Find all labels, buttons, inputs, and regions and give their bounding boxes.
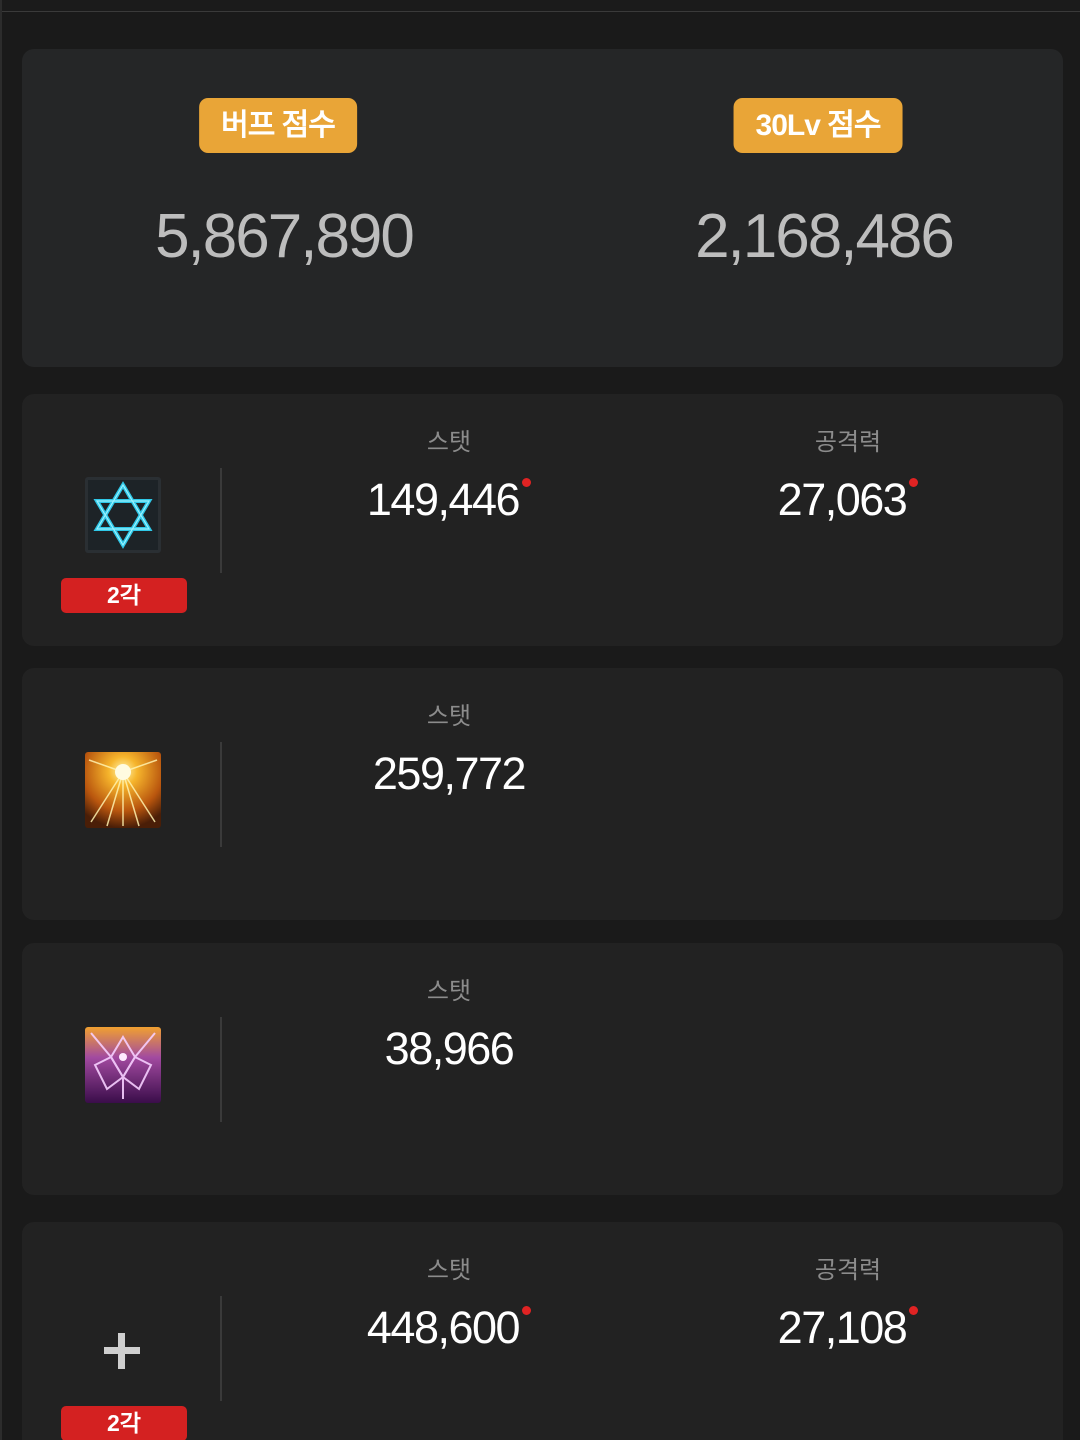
stat-label: 스탯 <box>426 429 472 456</box>
changed-dot-icon <box>909 1306 919 1315</box>
stat-number: 149,446 <box>366 474 521 525</box>
buff-card[interactable]: 2각 스탯 149,446 공격력 27,063 <box>22 394 1063 646</box>
stat-number: 448,600 <box>366 1302 521 1353</box>
radiant-burst-icon <box>85 752 161 828</box>
attack-number: 27,108 <box>777 1302 908 1353</box>
stat-value: 259,772 <box>372 748 527 799</box>
level30-score-value: 2,168,486 <box>695 202 955 271</box>
card-divider <box>220 742 222 847</box>
left-edge <box>0 0 2 1440</box>
buff-score-badge: 버프 점수 <box>199 98 357 153</box>
stat-value: 149,446 <box>299 474 599 526</box>
stat-label: 스탯 <box>426 978 472 1005</box>
buff-score-screen: 버프 점수 5,867,890 30Lv 점수 2,168,486 2각 스탯 … <box>0 0 1080 1440</box>
buff-card-total[interactable]: 2각 스탯 448,600 공격력 27,108 <box>22 1222 1063 1440</box>
card-divider <box>220 1017 222 1122</box>
changed-dot-icon <box>909 478 919 487</box>
plus-icon <box>102 1331 142 1371</box>
stat-label: 스탯 <box>426 1257 472 1284</box>
card-divider <box>220 468 222 573</box>
changed-dot-icon <box>522 478 532 487</box>
buff-score-value: 5,867,890 <box>155 202 415 271</box>
buff-score-column: 버프 점수 5,867,890 <box>22 49 542 367</box>
changed-dot-icon <box>522 1306 532 1315</box>
grade-badge: 2각 <box>61 578 187 613</box>
attack-value: 27,108 <box>698 1302 998 1354</box>
violet-rune-icon <box>85 1027 161 1103</box>
grade-badge: 2각 <box>61 1406 187 1440</box>
buff-card[interactable]: 스탯 38,966 <box>22 943 1063 1195</box>
level30-score-column: 30Lv 점수 2,168,486 <box>542 49 1062 367</box>
top-divider <box>0 0 1080 12</box>
attack-label: 공격력 <box>814 429 882 456</box>
score-summary-panel: 버프 점수 5,867,890 30Lv 점수 2,168,486 <box>22 49 1063 367</box>
buff-card[interactable]: 스탯 259,772 <box>22 668 1063 920</box>
stat-value: 38,966 <box>384 1023 515 1074</box>
attack-value: 27,063 <box>698 474 998 526</box>
stat-value: 448,600 <box>299 1302 599 1354</box>
card-divider <box>220 1296 222 1401</box>
hexagram-icon <box>85 477 161 553</box>
stat-label: 스탯 <box>426 703 472 730</box>
attack-number: 27,063 <box>777 474 908 525</box>
level30-score-badge: 30Lv 점수 <box>733 98 903 153</box>
attack-label: 공격력 <box>814 1257 882 1284</box>
